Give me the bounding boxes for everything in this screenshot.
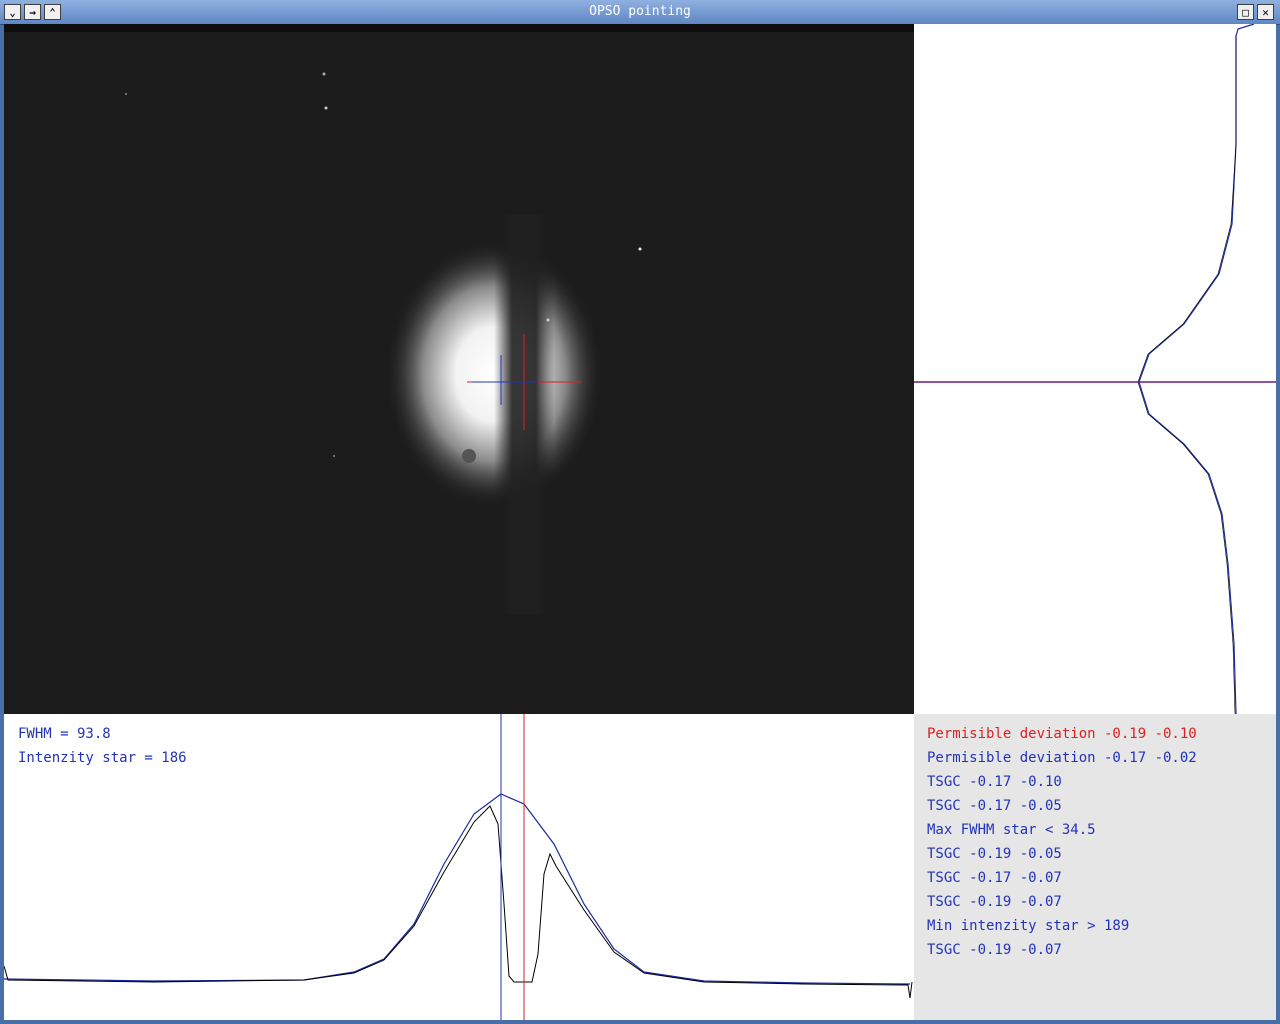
vertical-profile-canvas — [914, 24, 1276, 714]
status-log: Permisible deviation -0.19 -0.10 Permisib… — [914, 714, 1276, 1020]
horizontal-profile-plot: FWHM = 93.8 Intenzity star = 186 — [4, 714, 914, 1020]
hot-pixel — [638, 247, 642, 251]
log-line: Max FWHM star < 34.5 — [927, 822, 1096, 838]
hot-pixel — [333, 455, 335, 457]
hot-pixel — [322, 72, 326, 76]
hot-pixel — [546, 318, 550, 322]
log-line: Permisible deviation -0.17 -0.02 — [927, 750, 1197, 766]
maximize-icon: □ — [1242, 5, 1249, 19]
log-line: Permisible deviation -0.19 -0.10 — [927, 726, 1197, 742]
maximize-button[interactable]: □ — [1237, 4, 1254, 20]
log-line: TSGC -0.19 -0.05 — [927, 846, 1062, 862]
vertical-fit-curve — [1137, 36, 1237, 714]
window-title: OPSO pointing — [589, 4, 691, 19]
vertical-profile-plot — [914, 24, 1276, 714]
log-line: TSGC -0.17 -0.10 — [927, 774, 1062, 790]
log-line: TSGC -0.19 -0.07 — [927, 894, 1062, 910]
sensor-edge — [4, 24, 914, 32]
horizontal-fit-curve — [4, 793, 911, 985]
close-button[interactable]: ✕ — [1257, 4, 1274, 20]
vertical-profile-curve — [1138, 24, 1255, 714]
fwhm-readout: FWHM = 93.8 — [18, 726, 111, 742]
title-bar: ⌄ → ⌃ OPSO pointing □ ✕ — [0, 0, 1280, 25]
horizontal-profile-curve — [4, 805, 913, 999]
hot-pixel — [324, 106, 328, 110]
log-line: TSGC -0.17 -0.07 — [927, 870, 1062, 886]
close-icon: ✕ — [1262, 5, 1269, 19]
dust-spot — [462, 449, 476, 463]
camera-image-canvas — [4, 24, 914, 714]
log-line: TSGC -0.19 -0.07 — [927, 942, 1062, 958]
camera-image[interactable] — [4, 24, 914, 714]
log-line: TSGC -0.17 -0.05 — [927, 798, 1062, 814]
log-line: Min intenzity star > 189 — [927, 918, 1130, 934]
hot-pixel — [125, 93, 127, 95]
intensity-readout: Intenzity star = 186 — [18, 750, 187, 766]
